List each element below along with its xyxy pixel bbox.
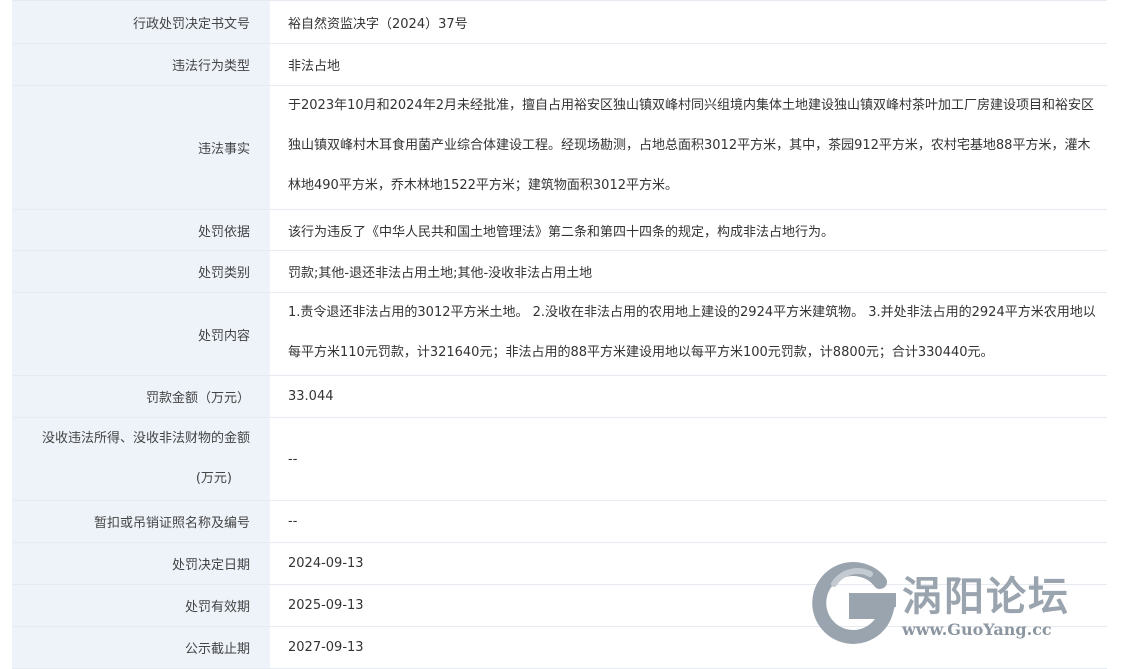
table-row: 处罚类别 罚款;其他-退还非法占用土地;其他-没收非法占用土地 (12, 251, 1107, 293)
row-label: 违法行为类型 (12, 44, 270, 85)
row-label: 违法事实 (12, 86, 270, 209)
row-value: 33.044 (270, 376, 1107, 417)
watermark-logo: 涡阳论坛 www.GuoYang.cc (810, 550, 1115, 660)
row-value: 非法占地 (270, 44, 1107, 85)
logo-g-icon (810, 554, 896, 654)
table-row: 违法事实 于2023年10月和2024年2月未经批准，擅自占用裕安区独山镇双峰村… (12, 86, 1107, 210)
row-value: -- (270, 501, 1107, 542)
table-row: 行政处罚决定书文号 裕自然资监决字（2024）37号 (12, 1, 1107, 44)
table-row: 处罚内容 1.责令退还非法占用的3012平方米土地。 2.没收在非法占用的农用地… (12, 293, 1107, 376)
row-label: 罚款金额（万元） (12, 376, 270, 417)
table-row: 罚款金额（万元） 33.044 (12, 376, 1107, 418)
row-value: -- (270, 418, 1107, 500)
row-label: 暂扣或吊销证照名称及编号 (12, 501, 270, 542)
table-row: 处罚依据 该行为违反了《中华人民共和国土地管理法》第二条和第四十四条的规定，构成… (12, 210, 1107, 251)
row-value: 裕自然资监决字（2024）37号 (270, 1, 1107, 43)
row-value: 罚款;其他-退还非法占用土地;其他-没收非法占用土地 (270, 251, 1107, 292)
table-row: 暂扣或吊销证照名称及编号 -- (12, 501, 1107, 543)
table-row: 违法行为类型 非法占地 (12, 44, 1107, 86)
row-label: 没收违法所得、没收非法财物的金额 (万元) (12, 418, 270, 500)
row-label: 行政处罚决定书文号 (12, 1, 270, 43)
watermark-name: 涡阳论坛 (902, 564, 1070, 622)
row-value: 该行为违反了《中华人民共和国土地管理法》第二条和第四十四条的规定，构成非法占地行… (270, 210, 1107, 250)
row-label: 处罚有效期 (12, 585, 270, 626)
row-label: 公示截止期 (12, 627, 270, 668)
row-label: 处罚内容 (12, 293, 270, 375)
row-label-line: (万元) (196, 459, 250, 499)
row-label: 处罚依据 (12, 210, 270, 250)
row-label: 处罚决定日期 (12, 543, 270, 584)
row-label: 处罚类别 (12, 251, 270, 292)
row-value: 于2023年10月和2024年2月未经批准，擅自占用裕安区独山镇双峰村同兴组境内… (270, 86, 1107, 209)
watermark-url: www.GuoYang.cc (902, 620, 1052, 639)
row-label-line: 没收违法所得、没收非法财物的金额 (42, 419, 250, 459)
row-value: 1.责令退还非法占用的3012平方米土地。 2.没收在非法占用的农用地上建设的2… (270, 293, 1107, 375)
table-row: 没收违法所得、没收非法财物的金额 (万元) -- (12, 418, 1107, 501)
